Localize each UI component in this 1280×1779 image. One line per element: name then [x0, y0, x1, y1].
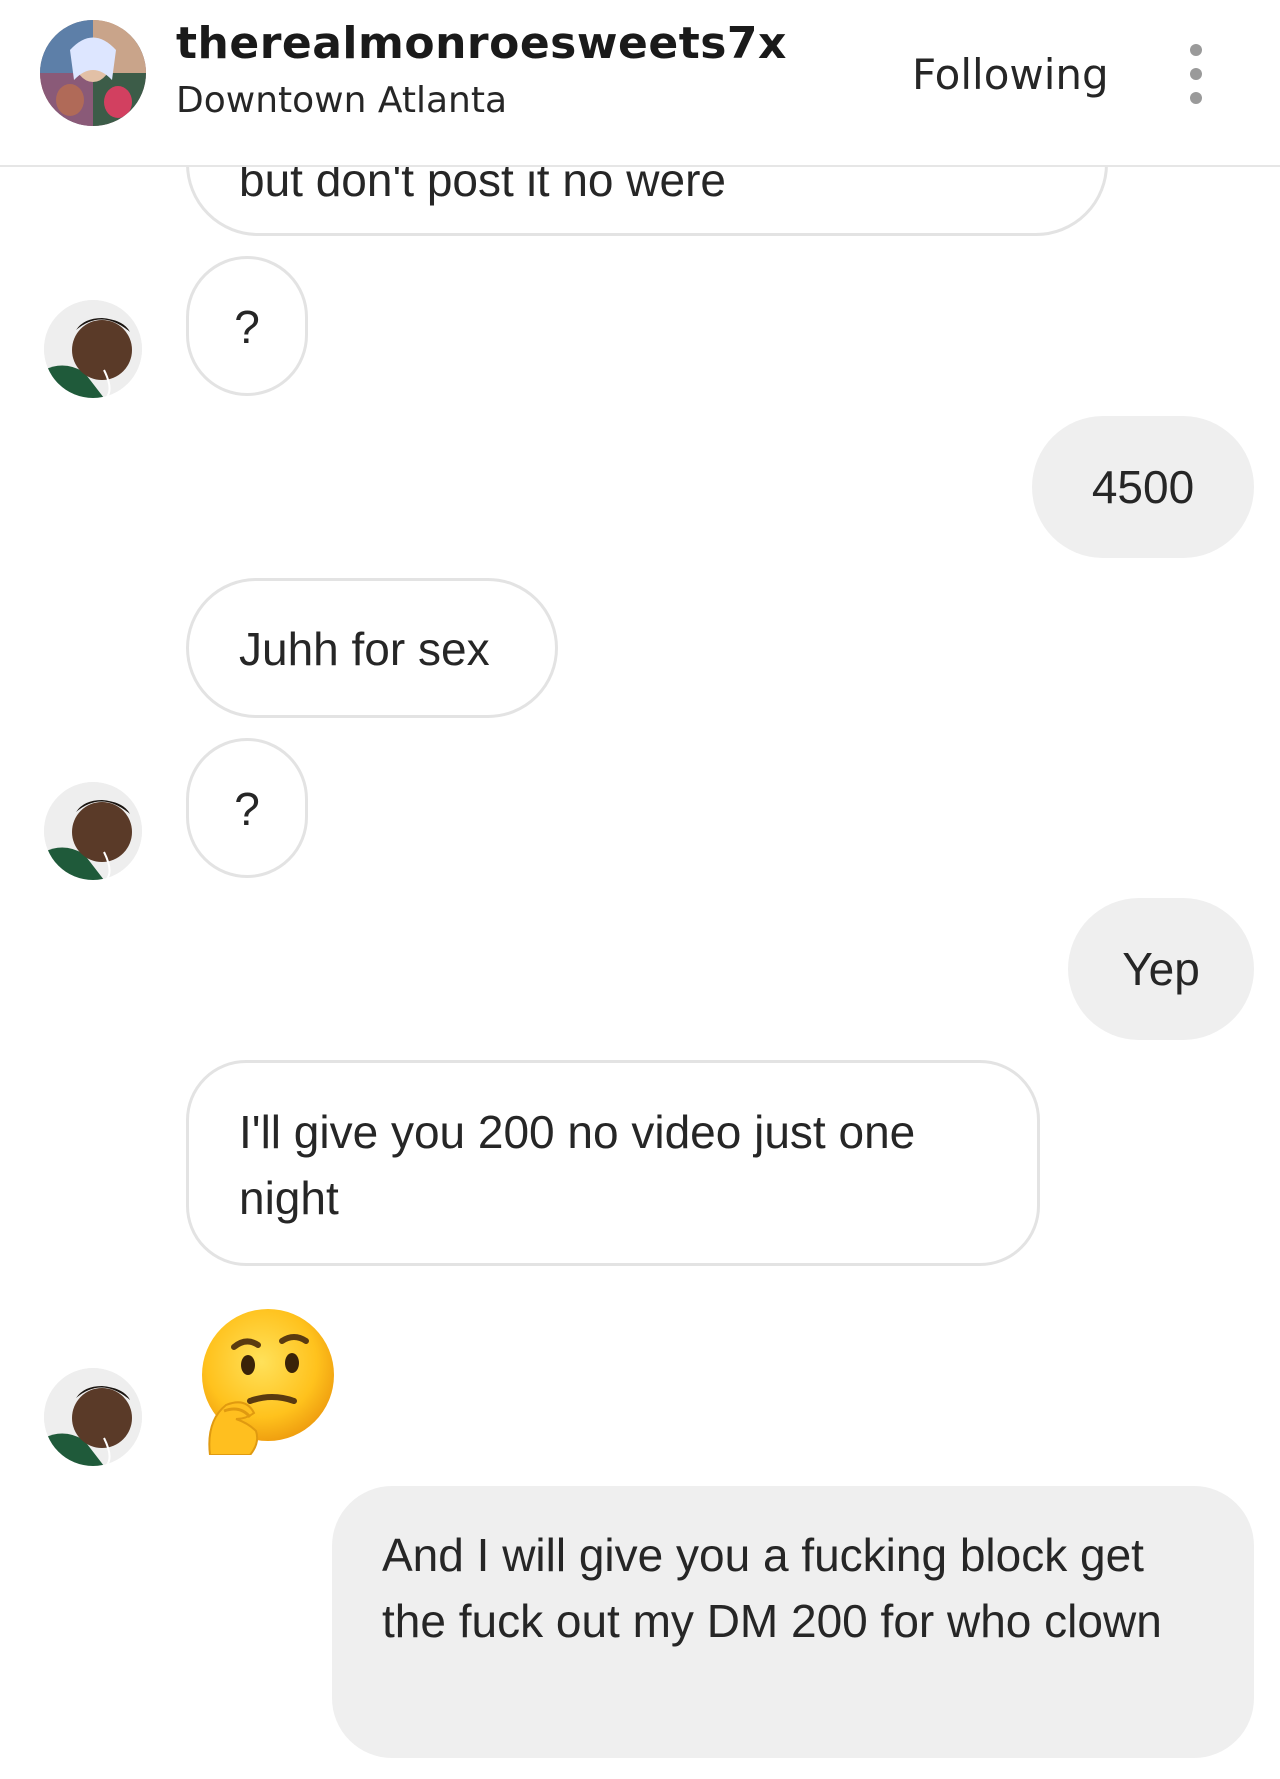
message-text: ? — [234, 783, 260, 835]
message-text: 4500 — [1091, 461, 1195, 513]
sender-avatar[interactable] — [44, 1368, 142, 1466]
message-text: ? — [234, 301, 260, 353]
message-bubble-outgoing[interactable]: Yep — [1068, 898, 1254, 1040]
message-bubble-incoming[interactable]: ? — [186, 256, 308, 396]
chat-username[interactable]: therealmonroesweets7x — [176, 18, 787, 69]
more-vertical-icon[interactable] — [1178, 42, 1214, 106]
sender-avatar[interactable] — [44, 782, 142, 880]
following-button[interactable]: Following — [912, 50, 1109, 99]
message-text: I'll give you 200 no video just one nigh… — [239, 1106, 916, 1224]
sender-avatar[interactable] — [44, 300, 142, 398]
message-bubble-outgoing[interactable]: 4500 — [1032, 416, 1254, 558]
message-thread: but don't post it no were ? 4500 Juhh fo… — [0, 0, 1280, 1779]
message-text: Juhh for sex — [239, 623, 490, 675]
message-bubble-incoming[interactable]: I'll give you 200 no video just one nigh… — [186, 1060, 1040, 1266]
message-bubble-incoming[interactable]: Juhh for sex — [186, 578, 558, 718]
message-bubble-incoming[interactable]: ? — [186, 738, 308, 878]
message-text: And I will give you a fucking block get … — [382, 1529, 1162, 1647]
message-text: Yep — [1122, 943, 1200, 995]
chat-header: therealmonroesweets7x Downtown Atlanta F… — [0, 0, 1280, 167]
thinking-face-emoji[interactable] — [190, 1305, 340, 1455]
message-bubble-outgoing[interactable]: And I will give you a fucking block get … — [332, 1486, 1254, 1758]
profile-avatar[interactable] — [40, 20, 146, 126]
chat-location: Downtown Atlanta — [176, 80, 508, 121]
